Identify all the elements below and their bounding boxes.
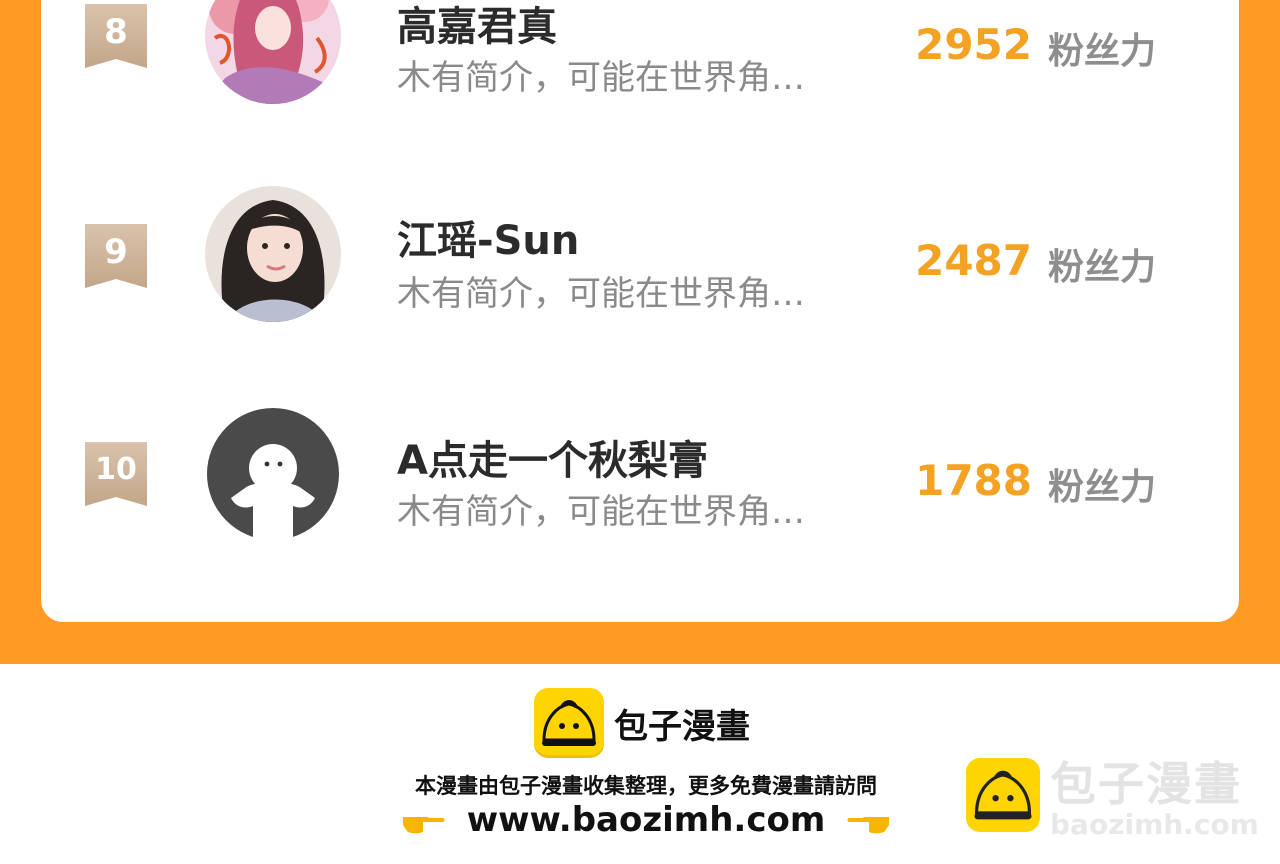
rank-number: 8 bbox=[104, 12, 128, 52]
rank-badge: 8 bbox=[85, 4, 147, 68]
fan-score-unit: 粉丝力 bbox=[1048, 247, 1157, 288]
user-name[interactable]: A点走一个秋梨膏 bbox=[397, 428, 708, 486]
user-bio: 木有简介，可能在世界角… bbox=[397, 492, 805, 532]
site-url-link[interactable]: www.baozimh.com bbox=[467, 800, 826, 840]
rank-badge: 10 bbox=[85, 442, 147, 506]
brand-logo[interactable]: 包子漫畫 bbox=[534, 688, 750, 758]
photo-girl-avatar[interactable] bbox=[205, 186, 341, 322]
fan-score-unit: 粉丝力 bbox=[1048, 467, 1157, 508]
photo-girl-avatar-image bbox=[205, 186, 341, 322]
ranking-row[interactable]: 8 高嘉君真 木有简介，可能在世界角… 2952 粉丝力 bbox=[0, 0, 1280, 112]
fan-score: 1788 bbox=[915, 456, 1032, 505]
fan-score: 2487 bbox=[915, 236, 1032, 285]
watermark: 包子漫畫 baozimh.com bbox=[966, 758, 1259, 840]
pointing-left-hand-icon bbox=[847, 816, 890, 833]
user-name[interactable]: 高嘉君真 bbox=[397, 0, 557, 52]
bun-icon bbox=[534, 688, 604, 758]
user-name[interactable]: 江瑶-Sun bbox=[397, 208, 579, 266]
user-bio: 木有简介，可能在世界角… bbox=[397, 58, 805, 98]
rank-number: 9 bbox=[104, 232, 128, 272]
watermark-bun-icon-image bbox=[974, 770, 1032, 820]
default-ghost-avatar-image bbox=[205, 406, 341, 542]
fan-score-unit: 粉丝力 bbox=[1048, 31, 1157, 72]
rank-badge: 9 bbox=[85, 224, 147, 288]
user-bio: 木有简介，可能在世界角… bbox=[397, 274, 805, 314]
watermark-title: 包子漫畫 bbox=[1050, 757, 1242, 811]
default-ghost-avatar[interactable] bbox=[205, 406, 341, 542]
ranking-row[interactable]: 9 江瑶-Sun 木有简介，可能在世界角… 2487 粉丝力 bbox=[0, 186, 1280, 326]
rank-number: 10 bbox=[95, 452, 137, 487]
watermark-bun-icon bbox=[966, 758, 1040, 832]
anime-girl-avatar[interactable] bbox=[205, 0, 341, 104]
pointing-right-hand-icon bbox=[402, 816, 445, 833]
ranking-row[interactable]: 10 A点走一个秋梨膏 木有简介，可能在世界角… 1788 粉丝力 bbox=[0, 404, 1280, 544]
brand-name: 包子漫畫 bbox=[614, 706, 750, 747]
fan-score: 2952 bbox=[915, 20, 1032, 69]
anime-girl-avatar-image bbox=[205, 0, 341, 104]
bun-icon-image bbox=[542, 700, 596, 746]
watermark-url: baozimh.com bbox=[1050, 808, 1259, 841]
